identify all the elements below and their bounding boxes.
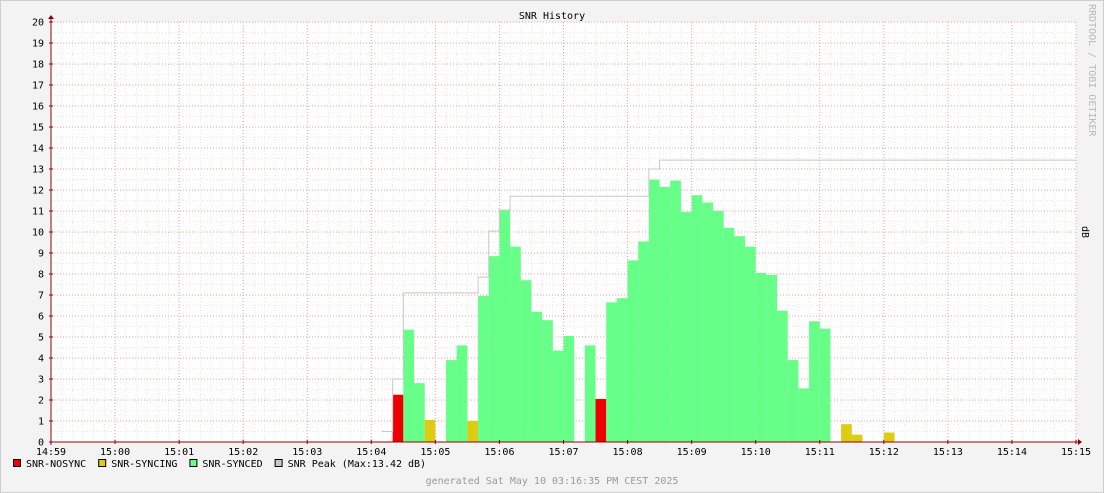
x-tick-label: 15:15: [1061, 447, 1091, 458]
y-tick-label: 7: [38, 291, 44, 302]
y-tick-label: 19: [32, 39, 44, 50]
snr-synced-bar: [552, 350, 564, 442]
snr-synced-bar: [488, 256, 500, 442]
x-axis-arrow: [1078, 439, 1082, 445]
legend-swatch-snr-synced: [189, 459, 198, 467]
snr-history-chart: 01234567891011121314151617181920 14:59 15…: [13, 4, 1097, 487]
snr-synced-bar: [648, 179, 660, 442]
snr-syncing-bar: [883, 432, 895, 442]
x-tick-label: 15:00: [100, 447, 130, 458]
snr-synced-bar: [777, 310, 788, 442]
y-tick-label: 4: [38, 354, 44, 365]
y-tick-label: 11: [32, 207, 44, 218]
legend: SNR-NOSYNC SNR-SYNCING SNR-SYNCED SNR Peak …: [13, 459, 426, 470]
snr-synced-bar: [745, 246, 756, 442]
y-tick-label: 2: [38, 396, 44, 407]
x-tick-label: 15:09: [677, 447, 707, 458]
snr-synced-bar: [531, 311, 543, 442]
snr-synced-bar: [766, 275, 778, 442]
x-tick-label: 15:02: [228, 447, 258, 458]
y-tick-label: 3: [38, 375, 44, 386]
y-tick-label: 17: [32, 81, 44, 92]
snr-synced-bar: [584, 345, 596, 442]
snr-synced-bar: [734, 236, 746, 442]
snr-synced-bar: [680, 212, 692, 442]
snr-synced-bar: [627, 260, 639, 442]
x-tick-label: 15:04: [356, 447, 386, 458]
legend-swatch-snr-peak: [274, 459, 283, 467]
y-axis-unit-label: dB: [1079, 226, 1090, 238]
y-tick-label: 8: [38, 270, 44, 281]
legend-swatch-snr-nosync: [13, 459, 21, 467]
snr-synced-bar: [691, 195, 703, 442]
snr-synced-bar: [563, 335, 575, 442]
snr-nosync-bar: [392, 394, 404, 442]
x-tick-label: 15:12: [869, 447, 899, 458]
snr-synced-bar: [755, 272, 767, 442]
legend-label-snr-peak: SNR Peak (Max:13.42 dB): [288, 459, 426, 470]
y-tick-labels: 01234567891011121314151617181920: [32, 18, 44, 449]
snr-synced-bar: [712, 211, 724, 442]
snr-synced-bar: [702, 202, 713, 442]
snr-synced-bar: [616, 298, 628, 442]
snr-syncing-bar: [851, 434, 863, 442]
generated-footer: generated Sat May 10 03:16:35 PM CEST 20…: [426, 476, 679, 487]
legend-label-snr-syncing: SNR-SYNCING: [111, 459, 177, 470]
y-tick-label: 12: [32, 186, 44, 197]
y-tick-label: 10: [32, 228, 44, 239]
snr-synced-bar: [478, 296, 489, 442]
snr-synced-bar: [809, 321, 820, 442]
y-tick-label: 15: [32, 123, 44, 134]
chart-title: SNR History: [519, 11, 585, 22]
x-tick-label: 15:14: [997, 447, 1027, 458]
snr-nosync-bar: [595, 398, 607, 442]
snr-syncing-bar: [841, 424, 852, 442]
snr-synced-bar: [456, 345, 468, 442]
snr-synced-bar: [542, 320, 553, 442]
legend-label-snr-nosync: SNR-NOSYNC: [26, 459, 86, 470]
legend-swatch-snr-syncing: [98, 459, 107, 467]
y-tick-label: 13: [32, 165, 44, 176]
x-tick-label: 15:07: [548, 447, 578, 458]
legend-label-snr-synced: SNR-SYNCED: [202, 459, 262, 470]
y-tick-label: 5: [38, 333, 44, 344]
snr-synced-bar: [414, 383, 425, 442]
y-tick-label: 20: [32, 18, 44, 29]
snr-synced-bar: [499, 209, 511, 442]
x-tick-label: 15:11: [805, 447, 835, 458]
snr-synced-bar: [638, 241, 649, 442]
snr-synced-bar: [520, 280, 532, 442]
y-tick-label: 1: [38, 417, 44, 428]
snr-synced-bar: [670, 180, 681, 443]
x-tick-label: 15:06: [484, 447, 514, 458]
snr-synced-bar: [798, 388, 810, 442]
snr-syncing-bar: [424, 419, 436, 442]
snr-synced-bar: [446, 360, 457, 442]
snr-synced-bar: [659, 186, 671, 442]
x-tick-label: 15:08: [613, 447, 643, 458]
y-tick-label: 14: [32, 144, 44, 155]
x-tick-label: 15:05: [420, 447, 450, 458]
y-tick-label: 16: [32, 102, 44, 113]
y-tick-label: 18: [32, 60, 44, 71]
snr-synced-bar: [403, 329, 415, 442]
x-tick-label: 15:13: [933, 447, 963, 458]
x-tick-labels: 14:59 15:00 15:01 15:02 15:03 15:04 15:05 15:06…: [36, 447, 1091, 458]
y-tick-label: 6: [38, 312, 44, 323]
rrdtool-watermark: RRDTOOL / TOBI OETIKER: [1086, 4, 1097, 137]
snr-synced-bar: [819, 328, 831, 442]
y-tick-label: 9: [38, 249, 44, 260]
snr-synced-bar: [606, 302, 617, 442]
x-tick-label: 15:01: [164, 447, 194, 458]
snr-synced-bar: [787, 360, 799, 442]
x-tick-label: 15:03: [292, 447, 322, 458]
y-axis-arrow: [48, 15, 54, 19]
snr-syncing-bar: [467, 421, 479, 442]
x-tick-label: 15:10: [741, 447, 771, 458]
snr-synced-bar: [723, 227, 735, 442]
x-tick-label: 14:59: [36, 447, 66, 458]
snr-synced-bar: [510, 246, 521, 442]
